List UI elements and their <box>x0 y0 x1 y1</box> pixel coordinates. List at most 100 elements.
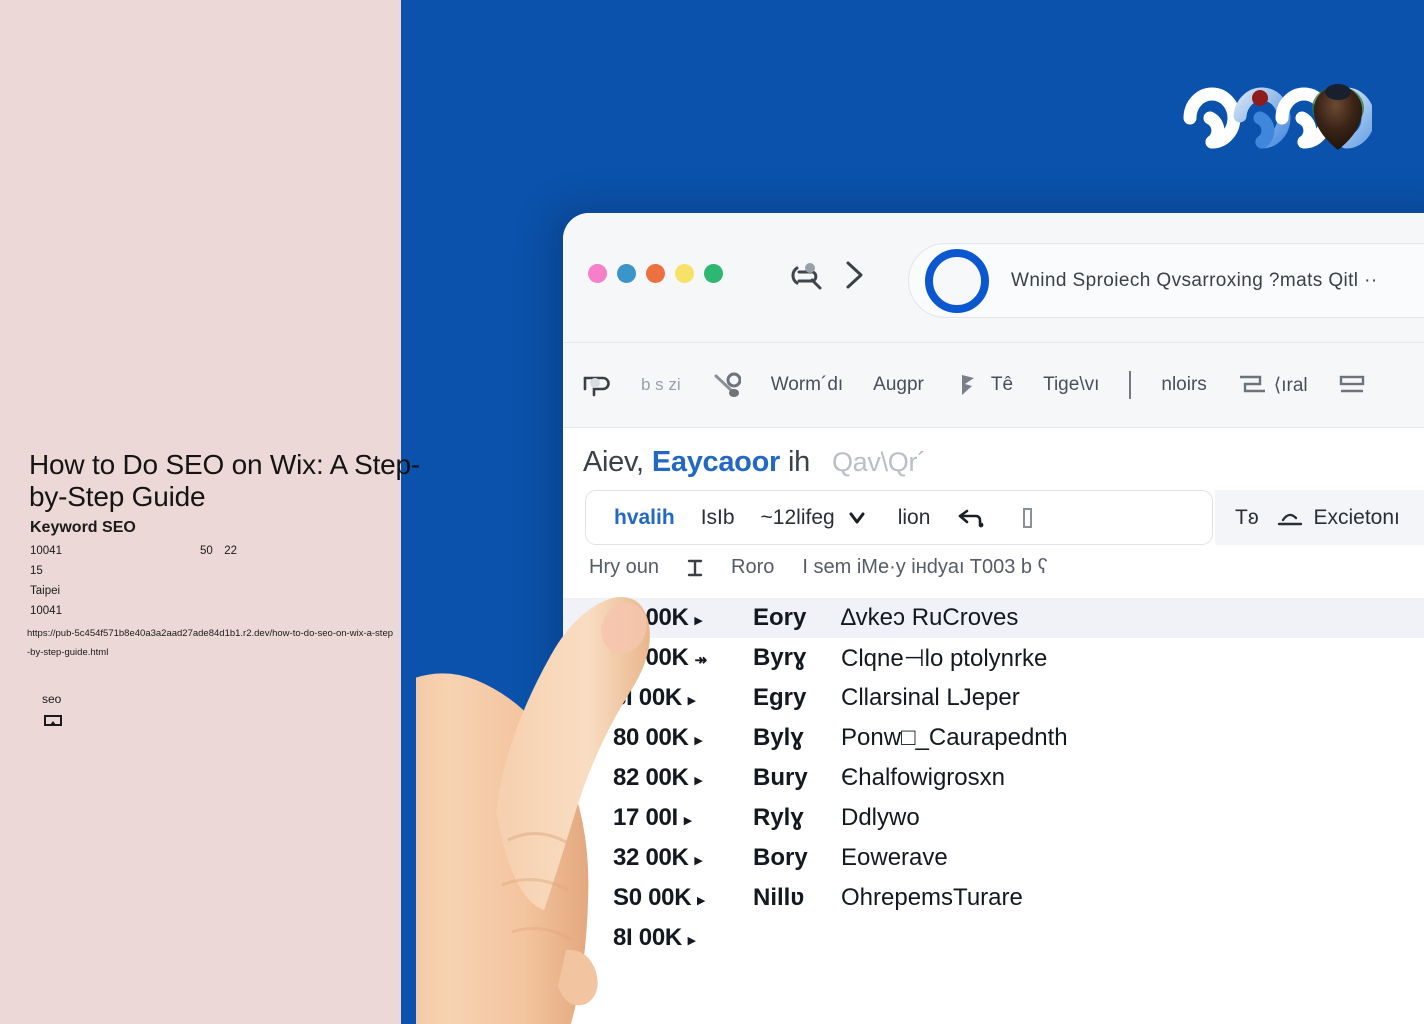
table-row[interactable]: 82 00K ▸ Bury Єhalfowigrosxn <box>563 758 1424 798</box>
forward-chevron-icon[interactable] <box>841 259 867 291</box>
heading-prefix: Aiev, <box>583 446 644 478</box>
cell-group: Egry <box>753 684 807 711</box>
trend-arrow-icon: ▸ <box>683 812 692 829</box>
toolbar-label-bszi: b s zi <box>641 375 681 394</box>
toolbar-item-pin[interactable] <box>581 372 611 398</box>
toolbar-label-kiral: ⟨ıral <box>1273 374 1308 396</box>
column-header-1[interactable]: Roro <box>731 556 774 579</box>
filter-chip-12lifeg[interactable]: ~12lifeg <box>761 506 872 530</box>
window-dot-orange[interactable] <box>646 264 665 283</box>
filter-label-tk: Tʚ <box>1235 505 1259 529</box>
cell-group: Rylɣ <box>753 804 804 831</box>
filter-chip-lion[interactable]: lion <box>898 506 931 530</box>
results-table: 68 00K ▸ Eory ∆vkeɔ RuCroves 13 00K ↠ By… <box>563 598 1424 958</box>
filter-chip-isib[interactable]: IsІb <box>701 506 735 530</box>
toolbar-item-nloirs[interactable]: nloirs <box>1161 374 1206 396</box>
column-header-2[interactable]: I sem iMe·y iʜdyaı T003 b ʕ <box>802 556 1047 579</box>
toolbar-label-tige: Tige\vı <box>1043 374 1100 395</box>
cell-keyword: Ponw□_Caurapednth <box>841 724 1068 751</box>
cell-keyword: Ddlywo <box>841 804 920 831</box>
article-meta-address: 10041 50 22 <box>30 545 272 557</box>
screenshot-root: How to Do SEO on Wix: A Step-by-Step Gui… <box>0 0 1424 1024</box>
article-meta-postcode: 10041 <box>30 605 62 617</box>
cell-group: Bylɣ <box>753 724 804 751</box>
cell-keyword: Eowerave <box>841 844 948 871</box>
cell-group: Bory <box>753 844 808 871</box>
toolbar-item-tige[interactable]: Tige\vı <box>1043 374 1099 396</box>
table-row[interactable]: 68 00K ▸ Eory ∆vkeɔ RuCroves <box>563 598 1424 638</box>
filter-chip-export[interactable]: Excietonı <box>1276 505 1400 530</box>
filter-bar[interactable]: hvalih IsІb ~12lifeg lion <box>585 490 1213 545</box>
cursor-arrow-icon <box>956 506 986 530</box>
trend-arrow-icon: ▸ <box>694 612 703 629</box>
table-row[interactable]: 32 00K ▸ Bory Eowerave <box>563 838 1424 878</box>
browser-content: Aiev, Eaycaoor ih Qav\Qr´ hvalih IsІb ~1… <box>563 428 1424 1024</box>
loading-ring-icon <box>925 248 989 313</box>
address-bar[interactable]: Wnind Sproiech Qvsarroxing ?mats Qitl ·· <box>908 243 1424 318</box>
cell-keyword: ∆vkeɔ RuCroves <box>841 604 1019 631</box>
toolbar-item-worm[interactable]: Worm´dı <box>771 374 843 396</box>
toolbar-item-te[interactable]: Tê <box>954 372 1013 398</box>
cell-keyword: OhrepemsTurare <box>841 884 1023 911</box>
filter-chip-cursor[interactable] <box>956 506 986 530</box>
export-icon <box>1276 506 1306 530</box>
browser-window: Wnind Sproiech Qvsarroxing ?mats Qitl ··… <box>563 213 1424 1024</box>
table-row[interactable]: 80 00K ▸ Bylɣ Ponw□_Caurapednth <box>563 718 1424 758</box>
browser-chrome-bar: Wnind Sproiech Qvsarroxing ?mats Qitl ·· <box>563 213 1424 343</box>
article-meta-city: Taipei <box>30 585 61 597</box>
trend-arrow-icon: ▸ <box>687 932 696 949</box>
pin-shape-icon <box>581 372 611 398</box>
filter-label-12lifeg: ~12lifeg <box>760 505 835 529</box>
tag-box-icon <box>44 714 62 727</box>
toolbar-label-nloirs: nloirs <box>1161 374 1207 395</box>
trend-arrow-icon: ▸ <box>694 732 703 749</box>
article-url[interactable]: https://pub-5c454f571b8e40a3a2aad27ade84… <box>27 625 395 662</box>
filter-bar-right[interactable]: Tʚ Excietonı <box>1215 490 1424 545</box>
chevron-down-icon <box>842 506 872 530</box>
article-meta-number: 15 <box>30 565 43 577</box>
window-dot-yellow[interactable] <box>675 264 694 283</box>
heading-suffix: ih <box>788 446 810 478</box>
window-dot-blue[interactable] <box>617 264 636 283</box>
trend-arrow-icon: ▸ <box>697 892 705 909</box>
cell-keyword: Cllarsinal LJeper <box>841 684 1020 711</box>
toolbar-item-augpr[interactable]: Augpr <box>873 374 924 396</box>
browser-toolbar: b s zi Worm´dı Augpr Tê Tige\vı nloirs ⟨… <box>563 343 1424 428</box>
column-icon <box>1012 506 1042 530</box>
heading-highlight: Eaycaoor <box>651 446 780 478</box>
article-subtitle: Keyword SEO <box>30 519 136 536</box>
window-controls[interactable] <box>588 264 723 283</box>
panel-icon <box>1338 372 1368 398</box>
toolbar-item-panel[interactable] <box>1338 372 1368 398</box>
window-dot-green[interactable] <box>704 264 723 283</box>
toolbar-label-te: Tê <box>990 374 1014 395</box>
filter-chip-column[interactable] <box>1012 506 1042 530</box>
back-arrow-icon[interactable] <box>783 260 823 290</box>
article-tag[interactable]: seo <box>42 692 61 706</box>
cell-group: Bury <box>753 764 808 791</box>
toolbar-item-scissors[interactable] <box>711 372 742 398</box>
scissors-icon <box>711 372 742 398</box>
table-row[interactable]: S0 00K ▸ Nillʋ OhrepemsTurare <box>563 878 1424 918</box>
table-row[interactable]: 8I 00K ▸ Egry Cllarsinal LJeper <box>563 678 1424 718</box>
window-dot-pink[interactable] <box>588 264 607 283</box>
filter-label-export: Excietonı <box>1313 505 1400 529</box>
cell-keyword: Єhalfowigrosxn <box>841 764 1005 791</box>
table-row[interactable]: 8Ɩ 00K ▸ <box>563 918 1424 958</box>
sort-icon[interactable] <box>687 558 703 578</box>
toolbar-item-bszi[interactable]: b s zi <box>641 375 681 395</box>
toolbar-label-worm: Worm´dı <box>770 374 844 395</box>
article-panel: How to Do SEO on Wix: A Step-by-Step Gui… <box>0 0 420 1024</box>
toolbar-label-augpr: Augpr <box>873 374 924 395</box>
toolbar-item-kiral[interactable]: ⟨ıral <box>1237 372 1308 398</box>
brand-logo <box>1152 78 1375 158</box>
table-row[interactable]: 17 00Ɩ ▸ Rylɣ Ddlywo <box>563 798 1424 838</box>
trend-arrow-icon: ▸ <box>694 772 703 789</box>
trend-arrow-icon: ▸ <box>694 852 703 869</box>
divider-icon <box>1129 371 1132 399</box>
address-bar-text[interactable]: Wnind Sproiech Qvsarroxing ?mats Qitl ·· <box>1011 270 1378 292</box>
table-row[interactable]: 13 00K ↠ Byrɣ Clqne⊣lo ptolynrke <box>563 638 1424 678</box>
tray-icon <box>1237 372 1267 398</box>
page-title: How to Do SEO on Wix: A Step-by-Step Gui… <box>29 449 421 513</box>
filter-chip-tk[interactable]: Tʚ <box>1235 506 1258 530</box>
